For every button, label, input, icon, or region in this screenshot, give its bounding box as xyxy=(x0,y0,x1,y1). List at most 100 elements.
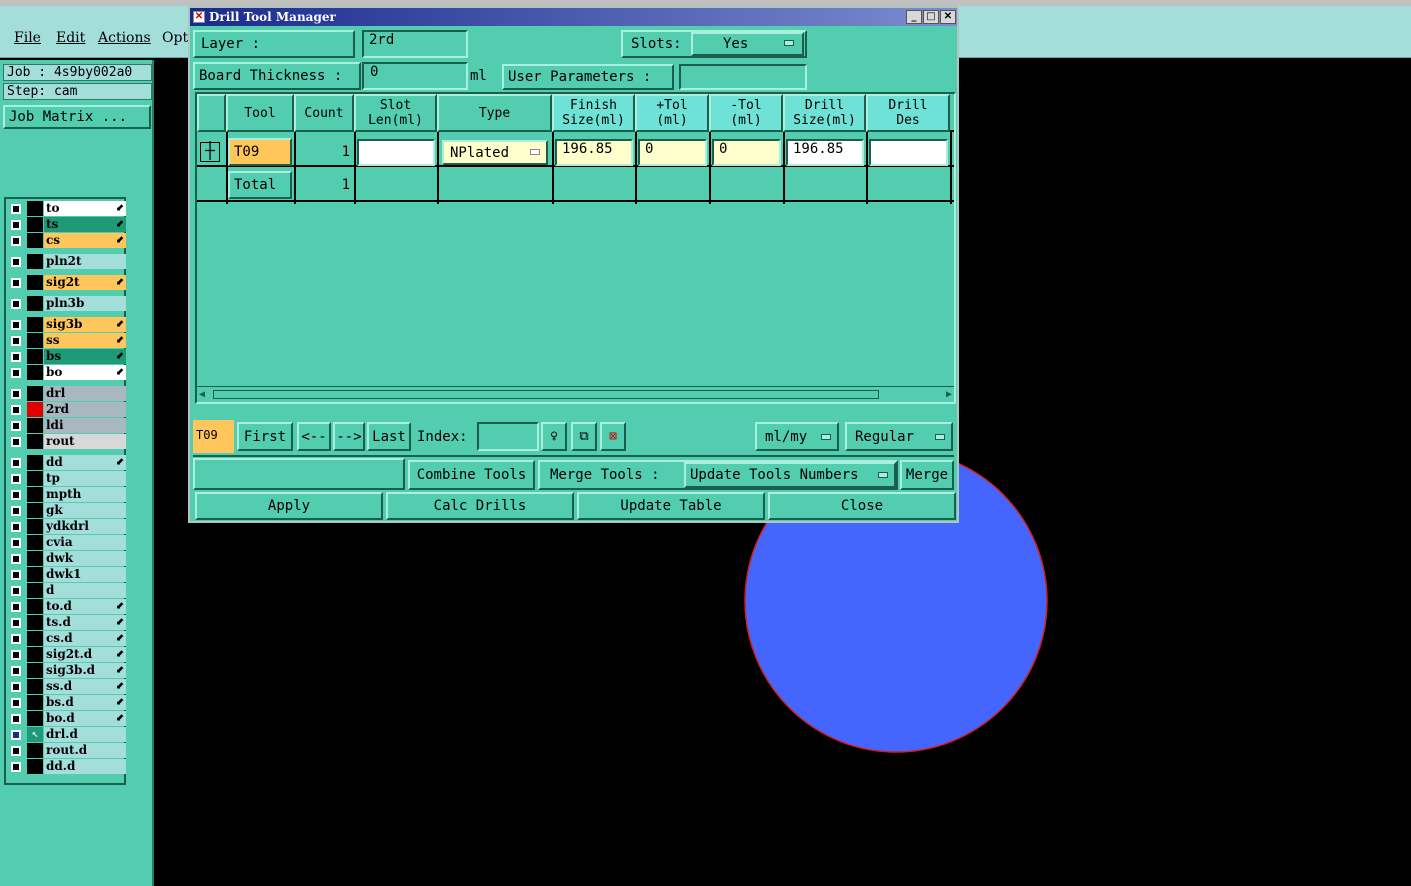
next-button[interactable]: --> xyxy=(333,422,365,451)
layer-row[interactable]: ldi xyxy=(6,418,126,433)
layer-marker[interactable] xyxy=(27,535,43,550)
layer-marker[interactable] xyxy=(27,455,43,470)
scrollbar-thumb[interactable] xyxy=(213,390,879,399)
layer-checkbox[interactable] xyxy=(11,236,21,246)
layer-marker[interactable] xyxy=(27,519,43,534)
layer-row[interactable]: bo ⬋ xyxy=(6,365,126,380)
layer-checkbox[interactable] xyxy=(11,698,21,708)
layer-name[interactable]: bo.d ⬋ xyxy=(44,711,126,726)
header-drill-des[interactable]: Drill Des xyxy=(866,94,950,132)
layer-checkbox[interactable] xyxy=(11,389,21,399)
close-icon[interactable]: ✕ xyxy=(940,10,956,24)
layer-name[interactable]: sig2t ⬋ xyxy=(44,275,126,290)
layer-name[interactable]: dwk xyxy=(44,551,126,566)
layer-checkbox[interactable] xyxy=(11,762,21,772)
layer-row[interactable]: bs ⬋ xyxy=(6,349,126,364)
index-field[interactable] xyxy=(477,422,539,451)
layer-checkbox[interactable] xyxy=(11,352,21,362)
layer-name[interactable]: dwk1 xyxy=(44,567,126,582)
layer-checkbox[interactable] xyxy=(11,538,21,548)
layer-row[interactable]: to ⬋ xyxy=(6,201,126,216)
layer-checkbox[interactable] xyxy=(11,336,21,346)
layer-row[interactable]: to.d ⬋ xyxy=(6,599,126,614)
layer-marker[interactable] xyxy=(27,695,43,710)
layer-checkbox[interactable] xyxy=(11,618,21,628)
layer-checkbox[interactable] xyxy=(11,421,21,431)
horizontal-scrollbar[interactable]: ◀ ▶ xyxy=(197,386,954,402)
layer-name[interactable]: to.d ⬋ xyxy=(44,599,126,614)
layer-name[interactable]: pln2t xyxy=(44,254,126,269)
layer-name[interactable]: mpth xyxy=(44,487,126,502)
layer-marker[interactable] xyxy=(27,711,43,726)
layer-name[interactable]: ss ⬋ xyxy=(44,333,126,348)
close-button[interactable]: Close xyxy=(768,492,956,520)
row-drill-size-input[interactable]: 196.85 xyxy=(786,139,864,166)
layer-checkbox[interactable] xyxy=(11,666,21,676)
row-finish-size-input[interactable]: 196.85 xyxy=(555,139,633,166)
layer-checkbox[interactable] xyxy=(11,570,21,580)
menu-edit[interactable]: Edit xyxy=(56,30,85,46)
layer-checkbox[interactable] xyxy=(11,602,21,612)
layer-marker[interactable] xyxy=(27,434,43,449)
layer-name[interactable]: d xyxy=(44,583,126,598)
layer-name[interactable]: dd ⬋ xyxy=(44,455,126,470)
prev-button[interactable]: <-- xyxy=(297,422,331,451)
layer-name[interactable]: cvia xyxy=(44,535,126,550)
layer-name[interactable]: sig2t.d ⬋ xyxy=(44,647,126,662)
header-tool[interactable]: Tool xyxy=(226,94,294,132)
layer-row[interactable]: rout xyxy=(6,434,126,449)
layer-checkbox[interactable] xyxy=(11,204,21,214)
layer-checkbox[interactable] xyxy=(11,278,21,288)
layer-checkbox[interactable] xyxy=(11,299,21,309)
layer-row[interactable]: ydkdrl xyxy=(6,519,126,534)
row-tool-button[interactable]: T09 xyxy=(228,138,292,166)
layer-name[interactable]: drl xyxy=(44,386,126,401)
menu-actions[interactable]: Actions xyxy=(98,30,151,46)
layer-row[interactable]: pln2t xyxy=(6,254,126,269)
dialog-titlebar[interactable]: ✕ Drill Tool Manager _ □ ✕ xyxy=(190,8,957,26)
layer-marker[interactable] xyxy=(27,365,43,380)
layer-marker[interactable] xyxy=(27,759,43,774)
layer-checkbox[interactable] xyxy=(11,220,21,230)
layer-checkbox[interactable] xyxy=(11,714,21,724)
row-type-dropdown[interactable]: NPlated xyxy=(442,140,548,165)
layer-row[interactable]: mpth xyxy=(6,487,126,502)
layer-row[interactable]: cs.d ⬋ xyxy=(6,631,126,646)
minimize-icon[interactable]: _ xyxy=(906,10,922,24)
layer-row[interactable]: dwk xyxy=(6,551,126,566)
layer-name[interactable]: cs ⬋ xyxy=(44,233,126,248)
layer-marker[interactable] xyxy=(27,567,43,582)
layer-marker[interactable] xyxy=(27,386,43,401)
layer-name[interactable]: ts.d ⬋ xyxy=(44,615,126,630)
layer-checkbox[interactable] xyxy=(11,746,21,756)
layer-row[interactable]: sig3b ⬋ xyxy=(6,317,126,332)
layer-name[interactable]: sig3b.d ⬋ xyxy=(44,663,126,678)
job-matrix-button[interactable]: Job Matrix ... xyxy=(3,105,151,129)
layer-name[interactable]: 2rd xyxy=(44,402,126,417)
refresh-icon[interactable]: ⧉ xyxy=(571,422,597,451)
layer-marker[interactable] xyxy=(27,349,43,364)
update-table-button[interactable]: Update Table xyxy=(577,492,765,520)
layer-name[interactable]: pln3b xyxy=(44,296,126,311)
layer-name[interactable]: bs.d ⬋ xyxy=(44,695,126,710)
layer-marker[interactable] xyxy=(27,233,43,248)
units-dropdown[interactable]: ml/my xyxy=(755,422,839,451)
row-drill-des-input[interactable] xyxy=(869,139,948,166)
layer-marker[interactable] xyxy=(27,333,43,348)
row-minus-tol-input[interactable]: 0 xyxy=(712,139,781,166)
layer-row[interactable]: gk xyxy=(6,503,126,518)
layer-checkbox[interactable] xyxy=(11,437,21,447)
header-finish-size[interactable]: Finish Size(ml) xyxy=(552,94,635,132)
layer-row[interactable]: dwk1 xyxy=(6,567,126,582)
layer-row[interactable]: ts ⬋ xyxy=(6,217,126,232)
layer-row[interactable]: cs ⬋ xyxy=(6,233,126,248)
layer-marker[interactable] xyxy=(27,275,43,290)
layer-marker[interactable] xyxy=(27,679,43,694)
layer-field[interactable]: 2rd xyxy=(362,30,468,58)
layer-marker[interactable] xyxy=(27,503,43,518)
layer-checkbox[interactable] xyxy=(11,368,21,378)
layer-marker[interactable] xyxy=(27,631,43,646)
layer-name[interactable]: tp xyxy=(44,471,126,486)
layer-row[interactable]: rout.d xyxy=(6,743,126,758)
layer-name[interactable]: ss.d ⬋ xyxy=(44,679,126,694)
